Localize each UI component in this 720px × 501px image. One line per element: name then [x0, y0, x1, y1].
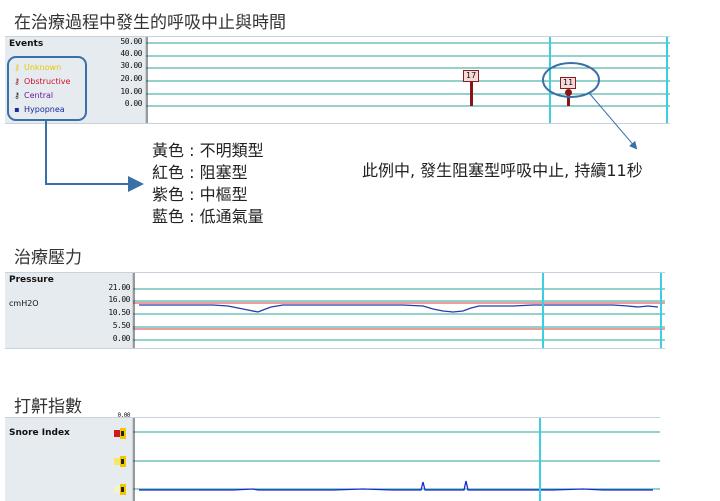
snore-panel: Snore Index 0.00: [5, 412, 660, 501]
color-legend-line: 紅色 : 阻塞型: [152, 163, 248, 182]
snore-chart-area: [133, 418, 660, 501]
snore-section-title: 打鼾指數: [14, 397, 82, 417]
example-note: 此例中, 發生阻塞型呼吸中止, 持續11秒: [362, 161, 643, 180]
pressure-unit: cmH2O: [9, 299, 39, 308]
pressure-y-tick: 10.50: [108, 308, 130, 317]
color-legend-line: 黃色 : 不明類型: [152, 141, 264, 160]
pressure-y-tick: 0.00: [112, 334, 131, 343]
snore-level-icon: [114, 456, 126, 467]
pressure-panel-title: Pressure: [9, 275, 54, 285]
legend-highlight-box: [7, 56, 87, 121]
snore-panel-title: Snore Index: [9, 428, 70, 438]
pressure-y-tick: 5.50: [112, 321, 131, 330]
pressure-y-tick: 16.00: [108, 295, 130, 304]
color-legend-line: 藍色 : 低通氣量: [152, 207, 264, 226]
snore-level-icon: [114, 428, 126, 439]
callout-overlay: [7, 56, 638, 192]
snore-level-icon: [114, 484, 126, 495]
pressure-sidebar: Pressure cmH2O 21.00 16.00 10.50 5.50 0.…: [5, 273, 133, 348]
color-legend-note: 黃色 : 不明類型 紅色 : 阻塞型 紫色 : 中樞型 藍色 : 低通氣量: [152, 140, 264, 228]
snore-sidebar: Snore Index 0.00: [5, 412, 133, 501]
pressure-y-tick: 21.00: [108, 283, 130, 292]
color-legend-line: 紫色 : 中樞型: [152, 185, 248, 204]
legend-callout-arrow: [45, 120, 144, 192]
snore-y-tick: 0.00: [117, 412, 131, 419]
pressure-section-title: 治療壓力: [14, 248, 82, 268]
event-callout-arrow: [589, 93, 638, 150]
pressure-trace: [139, 304, 659, 313]
event-highlight-ellipse: [542, 62, 600, 98]
pressure-panel: Pressure cmH2O 21.00 16.00 10.50 5.50 0.…: [5, 272, 665, 349]
pressure-chart-area: [133, 273, 665, 348]
